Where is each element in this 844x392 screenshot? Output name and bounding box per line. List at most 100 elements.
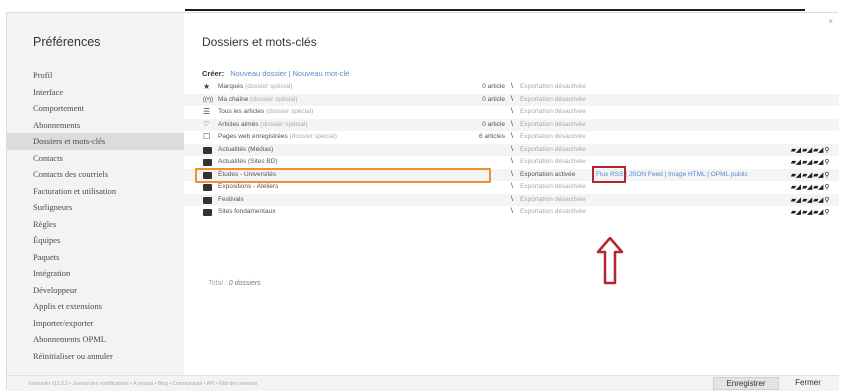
export-status[interactable]: Exportation désactivée: [520, 194, 586, 207]
table-row[interactable]: ☰ Tous les articles (dossier spécial) \ …: [184, 106, 839, 119]
table-row[interactable]: Festivals \ Exportation désactivée ▰◢ ▰◢…: [184, 193, 839, 207]
sidebar-item-surligneurs[interactable]: Surligneurs: [7, 199, 184, 216]
screenshot-frame: Préférences Profil Interface Comportemen…: [0, 0, 844, 392]
rss-icon: \: [511, 145, 513, 153]
folder-icon: [203, 159, 212, 166]
html-clip-link[interactable]: Image HTML: [668, 171, 705, 178]
folder-icon: [203, 146, 212, 154]
sidebar-item-paquets[interactable]: Paquets: [7, 249, 184, 266]
table-row[interactable]: Actualités (Médias) \ Exportation désact…: [184, 143, 839, 157]
rss-icon: \: [511, 120, 513, 128]
sidebar-item-applis[interactable]: Applis et extensions: [7, 298, 184, 315]
sidebar-item-equipes[interactable]: Équipes: [7, 232, 184, 249]
table-row[interactable]: Actualités (Sites BD) \ Exportation désa…: [184, 156, 839, 169]
rss-icon: \: [511, 208, 513, 215]
rss-icon: \: [511, 170, 513, 178]
folder-name[interactable]: Pages web enregistrées (dossier spécial): [218, 131, 337, 144]
rss-icon: \: [511, 83, 513, 90]
sidebar-item-opml[interactable]: Abonnements OPML: [7, 331, 184, 348]
rss-icon: \: [511, 133, 513, 140]
link-separator: |: [707, 170, 709, 178]
sidebar-item-contacts[interactable]: Contacts: [7, 150, 184, 167]
close-icon[interactable]: ×: [828, 17, 833, 26]
total-line: Total : 0 dossiers: [208, 280, 261, 287]
export-status[interactable]: Exportation désactivée: [520, 106, 586, 119]
folder-name[interactable]: Actualités (Médias): [218, 144, 273, 157]
sidebar-item-abonnements[interactable]: Abonnements: [7, 117, 184, 134]
export-status[interactable]: Exportation désactivée: [520, 156, 586, 169]
create-bar: Créer: Nouveau dossier | Nouveau mot-clé: [202, 69, 349, 78]
sidebar-item-developpeur[interactable]: Développeur: [7, 282, 184, 299]
sidebar-item-profil[interactable]: Profil: [7, 67, 184, 84]
sidebar-item-reinitialiser[interactable]: Réinitialiser ou annuler: [7, 348, 184, 365]
sidebar-item-interface[interactable]: Interface: [7, 84, 184, 101]
sidebar-item-contacts-courriels[interactable]: Contacts des courriels: [7, 166, 184, 183]
folder-icon: [203, 171, 212, 179]
new-folder-link[interactable]: Nouveau dossier: [230, 69, 286, 78]
folder-name[interactable]: Festivals: [218, 194, 244, 207]
export-status[interactable]: Exportation désactivée: [520, 131, 586, 144]
table-row[interactable]: ♡ Articles aimés (dossier spécial) 0 art…: [184, 118, 839, 132]
up-arrow-annotation: [596, 237, 624, 285]
article-count: 6 articles: [478, 133, 505, 140]
article-count: 0 article: [482, 95, 505, 103]
folder-name[interactable]: Tous les articles (dossier spécial): [218, 106, 313, 119]
export-status[interactable]: Exportation activée: [520, 169, 575, 182]
sidebar-title: Préférences: [33, 35, 101, 49]
opml-public-link[interactable]: OPML public: [711, 171, 748, 178]
export-status[interactable]: Exportation désactivée: [520, 119, 586, 132]
sidebar-item-facturation[interactable]: Facturation et utilisation: [7, 183, 184, 200]
link-separator: |: [664, 170, 667, 178]
folder-name[interactable]: Études - Universités: [218, 169, 276, 182]
sidebar-item-importer[interactable]: Importer/exporter: [7, 315, 184, 332]
table-row[interactable]: ★ Marqués (dossier spécial) 0 article \ …: [184, 81, 839, 94]
sidebar-item-regles[interactable]: Règles: [7, 216, 184, 233]
list-icon: ☰: [203, 107, 211, 116]
new-tag-link[interactable]: Nouveau mot-clé: [293, 69, 350, 78]
sidebar-item-comportement[interactable]: Comportement: [7, 100, 184, 117]
export-status[interactable]: Exportation désactivée: [520, 206, 586, 219]
folder-icon: [203, 196, 212, 204]
article-count: 0 article: [482, 83, 505, 90]
folder-name[interactable]: Expositions - Ateliers: [218, 181, 278, 194]
rss-icon: \: [511, 195, 513, 203]
broadcast-icon: ((•)): [203, 96, 214, 103]
highlight-box-rss: [592, 165, 626, 183]
export-status[interactable]: Exportation désactivée: [520, 144, 586, 157]
rss-icon: \: [511, 95, 513, 103]
sidebar-item-integration[interactable]: Intégration: [7, 265, 184, 282]
folder-name[interactable]: Articles aimés (dossier spécial): [218, 119, 308, 132]
page-title: Dossiers et mots-clés: [202, 35, 317, 49]
total-label: Total :: [208, 280, 227, 287]
folder-name[interactable]: Actualités (Sites BD): [218, 156, 278, 169]
window-top-bar: [185, 9, 805, 11]
article-count: 0 article: [482, 120, 505, 128]
table-row[interactable]: ((•)) Ma chaîne (dossier spécial) 0 arti…: [184, 93, 839, 107]
folder-icon: [203, 184, 212, 191]
export-status[interactable]: Exportation désactivée: [520, 81, 586, 94]
save-button[interactable]: Enregistrer: [713, 377, 779, 390]
table-row[interactable]: Sites fondamentaux \ Exportation désacti…: [184, 206, 839, 219]
dialog-footer: Inoreader v11.3.2 • Journal des modifica…: [7, 375, 839, 391]
main-panel: × Dossiers et mots-clés Créer: Nouveau d…: [184, 13, 839, 375]
table-row-highlighted[interactable]: Études - Universités \ Exportation activ…: [184, 165, 839, 183]
table-row[interactable]: Expositions - Ateliers \ Exportation dés…: [184, 181, 839, 194]
sidebar-item-dossiers[interactable]: Dossiers et mots-clés: [7, 133, 184, 150]
folders-table: ★ Marqués (dossier spécial) 0 article \ …: [184, 81, 839, 219]
folder-tools[interactable]: ▰◢ ▰◢ ▰◢ ⚲: [791, 207, 830, 220]
folder-name[interactable]: Ma chaîne (dossier spécial): [218, 94, 298, 107]
rss-icon: \: [511, 158, 513, 165]
bookmark-icon: ☐: [203, 132, 211, 141]
sidebar-nav: Profil Interface Comportement Abonnement…: [7, 67, 184, 364]
preferences-dialog: Préférences Profil Interface Comportemen…: [6, 12, 839, 391]
create-separator: |: [288, 69, 291, 78]
export-status[interactable]: Exportation désactivée: [520, 94, 586, 107]
folder-name[interactable]: Sites fondamentaux: [218, 206, 275, 219]
table-row[interactable]: ☐ Pages web enregistrées (dossier spécia…: [184, 131, 839, 144]
folder-name[interactable]: Marqués (dossier spécial): [218, 81, 292, 94]
footer-links[interactable]: Inoreader v11.3.2 • Journal des modifica…: [29, 381, 257, 387]
close-button[interactable]: Fermer: [785, 377, 831, 390]
json-feed-link[interactable]: JSON Feed: [629, 171, 663, 178]
total-value: 0 dossiers: [228, 280, 261, 287]
export-status[interactable]: Exportation désactivée: [520, 181, 586, 194]
